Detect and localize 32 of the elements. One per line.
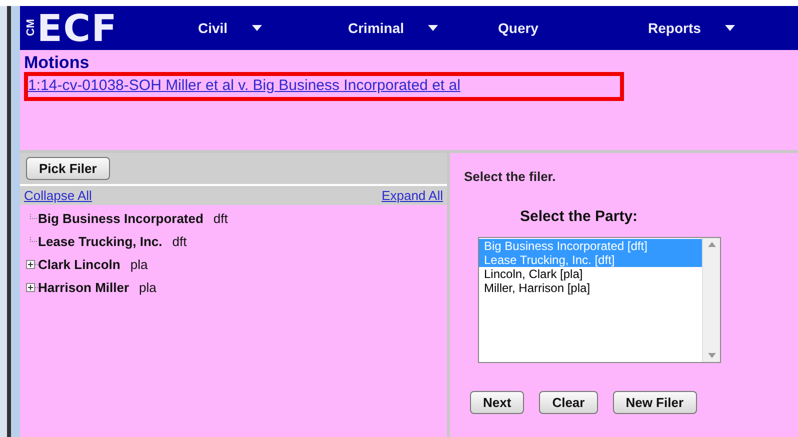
scroll-down-icon[interactable] xyxy=(708,353,716,358)
party-role: pla xyxy=(130,257,148,272)
caret-icon xyxy=(428,25,438,31)
party-name[interactable]: Big Business Incorporated xyxy=(38,211,204,226)
action-button[interactable]: Clear xyxy=(539,391,598,414)
expand-all-link[interactable]: Expand All xyxy=(382,188,443,203)
caret-icon xyxy=(252,25,262,31)
case-link[interactable]: 1:14-cv-01038-SOH Miller et al v. Big Business Incorporated et al xyxy=(24,72,624,101)
party-name[interactable]: Lease Trucking, Inc. xyxy=(38,234,162,249)
action-button[interactable]: New Filer xyxy=(612,391,697,414)
menu-item[interactable]: Reports xyxy=(648,20,798,36)
party-role: dft xyxy=(213,211,228,226)
party-label: Select the Party: xyxy=(520,208,639,225)
menu-item[interactable]: Query xyxy=(498,20,648,36)
pick-filer-button[interactable]: Pick Filer xyxy=(26,157,110,180)
action-button[interactable]: Next xyxy=(470,391,524,414)
collapse-all-link[interactable]: Collapse All xyxy=(24,188,92,203)
party-listbox[interactable]: Big Business Incorporated [dft] Lease Trucking, Inc. [dft] Lincoln, Clark [pla] Miller, Harrison [pla] xyxy=(478,237,721,363)
page-title: Motions xyxy=(24,54,90,72)
expand-icon[interactable] xyxy=(26,283,38,292)
party-role: pla xyxy=(139,280,156,295)
menu-item[interactable]: Criminal xyxy=(348,20,498,36)
caret-icon xyxy=(724,25,735,31)
party-role: dft xyxy=(172,234,187,249)
menu-item[interactable]: Civil xyxy=(198,20,348,36)
party-name[interactable]: Harrison Miller xyxy=(38,280,130,295)
expand-icon[interactable] xyxy=(26,260,38,269)
logo: CM ECF xyxy=(26,6,119,50)
party-name[interactable]: Clark Lincoln xyxy=(38,257,120,272)
scroll-up-icon[interactable] xyxy=(708,242,716,247)
scrollbar[interactable] xyxy=(702,238,720,362)
instruction-text: Select the filer. xyxy=(464,169,557,184)
